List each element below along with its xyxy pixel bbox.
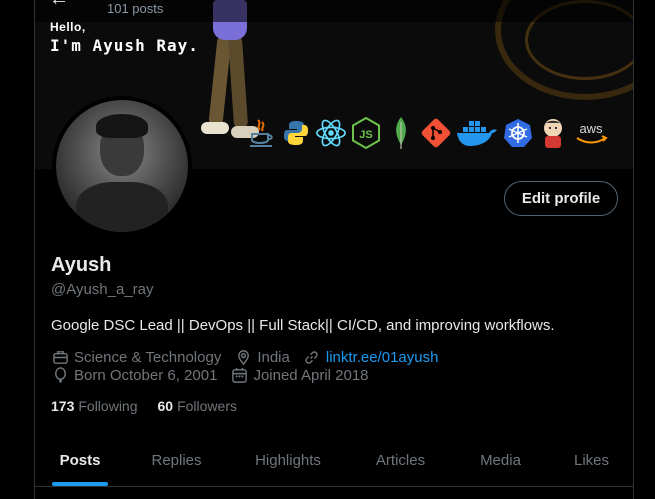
birthday-item: Born October 6, 2001 [51, 366, 217, 384]
edit-profile-button[interactable]: Edit profile [504, 181, 618, 216]
svg-text:JS: JS [359, 129, 372, 141]
profile-top-header: ← 101 posts [35, 0, 633, 22]
jenkins-icon [537, 117, 569, 149]
avatar-photo [56, 100, 188, 232]
tab-posts[interactable]: Posts [35, 434, 125, 486]
banner-intro-text: I'm Ayush Ray. [50, 36, 199, 55]
joined-item: Joined April 2018 [230, 366, 369, 384]
profile-meta-row-2: Born October 6, 2001 Joined April 2018 [51, 366, 382, 384]
profile-tabs: Posts Replies Highlights Articles Media … [35, 434, 633, 487]
following-link[interactable]: 173 Following [51, 398, 138, 414]
tab-replies[interactable]: Replies [125, 434, 228, 486]
java-icon [245, 117, 277, 149]
aws-icon: aws [572, 117, 610, 149]
tab-likes[interactable]: Likes [548, 434, 633, 486]
tech-icons-row: JS aws [245, 113, 610, 153]
followers-link[interactable]: 60 Followers [158, 398, 237, 414]
profile-bio: Google DSC Lead || DevOps || Full Stack|… [51, 317, 555, 334]
display-name: Ayush [51, 254, 112, 276]
tab-highlights[interactable]: Highlights [228, 434, 348, 486]
post-count: 101 posts [107, 1, 164, 16]
website-item: linktr.ee/01ayush [303, 348, 439, 366]
python-icon [280, 117, 312, 149]
svg-text:aws: aws [579, 121, 603, 136]
birthday-text: Born October 6, 2001 [74, 366, 218, 384]
link-icon [303, 348, 321, 366]
git-icon [420, 117, 452, 149]
nodejs-icon: JS [350, 117, 382, 149]
following-label: Following [78, 398, 138, 414]
location-item: India [234, 348, 290, 366]
avatar[interactable] [52, 96, 192, 236]
tab-articles[interactable]: Articles [348, 434, 453, 486]
user-handle: @Ayush_a_ray [51, 281, 154, 298]
following-count: 173 [51, 398, 75, 414]
profile-column: Hello, I'm Ayush Ray. JS aws 101 posts E… [34, 0, 634, 499]
balloon-icon [51, 366, 69, 384]
calendar-icon [230, 366, 248, 384]
briefcase-icon [51, 348, 69, 366]
banner-hello-text: Hello, [50, 20, 86, 34]
tab-media[interactable]: Media [453, 434, 548, 486]
followers-label: Followers [177, 398, 237, 414]
follow-stats: 173 Following 60 Followers [51, 398, 257, 414]
location-pin-icon [234, 348, 252, 366]
followers-count: 60 [157, 398, 174, 414]
category-text: Science & Technology [74, 348, 222, 366]
category-item: Science & Technology [51, 348, 221, 366]
react-icon [315, 117, 347, 149]
back-arrow-icon[interactable]: ← [49, 0, 69, 11]
kubernetes-icon [502, 117, 534, 149]
website-link[interactable]: linktr.ee/01ayush [326, 349, 439, 366]
joined-text: Joined April 2018 [253, 366, 369, 384]
mongodb-icon [385, 117, 417, 149]
profile-meta-row-1: Science & Technology India linktr.ee/01a… [51, 348, 451, 366]
location-text: India [257, 348, 290, 366]
docker-icon [455, 117, 499, 149]
